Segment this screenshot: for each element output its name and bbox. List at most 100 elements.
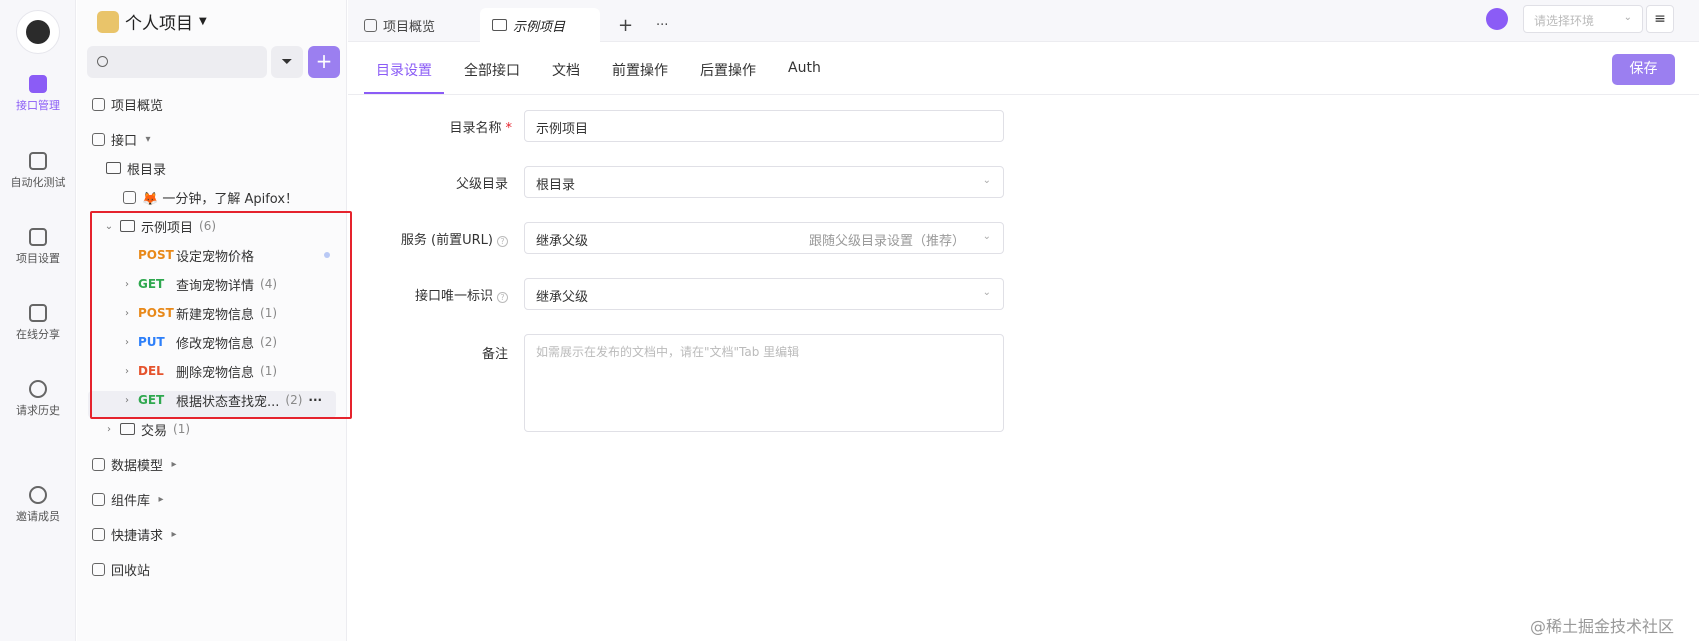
- textarea-placeholder: 如需展示在发布的文档中，请在"文档"Tab 里编辑: [536, 345, 800, 359]
- rail-label: 自动化测试: [10, 176, 66, 189]
- parent-dir-select[interactable]: 根目录 ⌄: [524, 166, 1004, 198]
- clock-icon: [29, 380, 47, 398]
- note-textarea[interactable]: 如需展示在发布的文档中，请在"文档"Tab 里编辑: [524, 334, 1004, 432]
- tab-post-ops[interactable]: 后置操作: [688, 56, 768, 94]
- rail-request-history[interactable]: 请求历史: [0, 380, 76, 418]
- tab-label: 示例项目: [513, 19, 566, 35]
- tree-label: 快捷请求: [111, 528, 164, 544]
- highlight-box: [90, 211, 352, 419]
- select-value: 继承父级: [536, 234, 589, 249]
- rail-online-share[interactable]: 在线分享: [0, 304, 76, 342]
- environment-select[interactable]: 请选择环境 ⌄: [1523, 5, 1643, 33]
- more-tabs-button[interactable]: ···: [644, 8, 680, 42]
- tree-recycle[interactable]: 回收站: [92, 557, 150, 581]
- sub-tabs: 目录设置 全部接口 文档 前置操作 后置操作 Auth: [364, 56, 841, 94]
- tab-bar: 项目概览 示例项目 + ··· 请选择环境 ⌄ ≡: [348, 0, 1699, 42]
- search-input[interactable]: [87, 46, 267, 78]
- tab-auth[interactable]: Auth: [776, 56, 833, 94]
- filter-icon: ⏷: [281, 54, 293, 70]
- chevron-down-icon: ⌄: [982, 287, 991, 298]
- tree-label: 项目概览: [111, 98, 164, 114]
- rail-api-management[interactable]: 接口管理: [0, 75, 76, 113]
- interface-icon: [92, 132, 105, 146]
- select-value: 继承父级: [536, 290, 589, 305]
- lightning-icon: [92, 527, 105, 541]
- add-button[interactable]: +: [308, 46, 340, 78]
- app: 接口管理 自动化测试 项目设置 在线分享 请求历史 邀请成员 个人项目 ▼ ⏷ …: [0, 0, 1699, 641]
- tab-project-overview[interactable]: 项目概览: [352, 8, 447, 42]
- logo-icon: [26, 20, 50, 44]
- tree-label: 数据模型: [111, 458, 164, 474]
- select-value: 根目录: [536, 178, 576, 193]
- caret-right-icon: ▸: [158, 493, 164, 505]
- filter-button[interactable]: ⏷: [271, 46, 303, 78]
- tree-root[interactable]: 根目录: [106, 156, 166, 180]
- sync-icon[interactable]: [1486, 8, 1508, 30]
- add-user-icon: [29, 486, 47, 504]
- project-switcher[interactable]: 个人项目 ▼: [97, 9, 207, 34]
- parent-dir-label: 父级目录: [455, 177, 508, 192]
- tab-label: 项目概览: [383, 19, 436, 35]
- rail-label: 请求历史: [16, 404, 60, 417]
- required-mark: *: [505, 121, 513, 136]
- tab-pre-ops[interactable]: 前置操作: [600, 56, 680, 94]
- help-icon[interactable]: ?: [497, 236, 508, 247]
- more-icon: ···: [656, 17, 669, 33]
- uid-select[interactable]: 继承父级 ⌄: [524, 278, 1004, 310]
- divider: [348, 94, 1699, 95]
- tree-label: 组件库: [111, 493, 151, 509]
- dir-name-label: 目录名称 *: [352, 117, 512, 136]
- tree-components[interactable]: 组件库 ▸: [92, 487, 166, 511]
- cube-icon: [92, 457, 105, 471]
- tree-folder-trade[interactable]: › 交易 (1): [104, 417, 190, 441]
- rail-auto-test[interactable]: 自动化测试: [0, 152, 76, 190]
- tab-example-project[interactable]: 示例项目: [480, 8, 600, 42]
- tree-data-model[interactable]: 数据模型 ▸: [92, 452, 179, 476]
- rail-label: 在线分享: [16, 328, 60, 341]
- overview-icon: [92, 97, 105, 111]
- help-icon[interactable]: ?: [497, 292, 508, 303]
- layers-icon: [92, 492, 105, 506]
- trash-icon: [92, 562, 105, 576]
- label-text: 目录名称: [449, 121, 502, 136]
- dir-name-input[interactable]: 示例项目: [524, 110, 1004, 142]
- stack-icon: [29, 152, 47, 170]
- folder-icon: [120, 423, 135, 435]
- label-text: 服务 (前置URL): [400, 233, 493, 248]
- chevron-down-icon: ⌄: [982, 175, 991, 186]
- app-logo[interactable]: [16, 10, 60, 54]
- service-select[interactable]: 继承父级 跟随父级目录设置（推荐） ⌄: [524, 222, 1004, 254]
- note-label: 备注: [481, 347, 508, 362]
- tab-dir-settings[interactable]: 目录设置: [364, 56, 444, 94]
- tree-count: (1): [173, 422, 191, 436]
- new-tab-button[interactable]: +: [606, 8, 645, 42]
- plus-icon: +: [618, 14, 634, 36]
- chevron-right-icon: ›: [107, 423, 111, 435]
- tree-label: 根目录: [127, 162, 167, 178]
- save-button[interactable]: 保存: [1612, 54, 1675, 85]
- label-text: 接口唯一标识: [414, 289, 493, 304]
- rail-project-settings[interactable]: 项目设置: [0, 228, 76, 266]
- overview-icon: [364, 18, 377, 32]
- rail-label: 项目设置: [16, 252, 60, 265]
- menu-button[interactable]: ≡: [1646, 5, 1674, 33]
- caret-right-icon: ▸: [171, 528, 177, 540]
- tree-quick-request[interactable]: 快捷请求 ▸: [92, 522, 179, 546]
- tab-docs[interactable]: 文档: [540, 56, 592, 94]
- tree-label: 接口: [111, 133, 138, 149]
- tree-overview[interactable]: 项目概览: [92, 92, 163, 116]
- tree-intro-doc[interactable]: 🦊 一分钟，了解 Apifox！: [123, 185, 298, 209]
- folder-icon: [492, 19, 507, 31]
- folder-icon: [106, 162, 121, 174]
- service-label: 服务 (前置URL)?: [348, 229, 508, 248]
- tree-label: 交易: [141, 423, 168, 439]
- api-icon: [29, 75, 47, 93]
- tree-label: 回收站: [111, 563, 151, 579]
- project-avatar: [97, 10, 119, 33]
- rail-label: 邀请成员: [16, 510, 60, 523]
- tab-all-apis[interactable]: 全部接口: [452, 56, 532, 94]
- tree-interfaces[interactable]: 接口 ▾: [92, 127, 153, 151]
- chevron-down-icon: ⌄: [982, 231, 991, 242]
- rail-invite-member[interactable]: 邀请成员: [0, 486, 76, 524]
- caret-right-icon: ▸: [171, 458, 177, 470]
